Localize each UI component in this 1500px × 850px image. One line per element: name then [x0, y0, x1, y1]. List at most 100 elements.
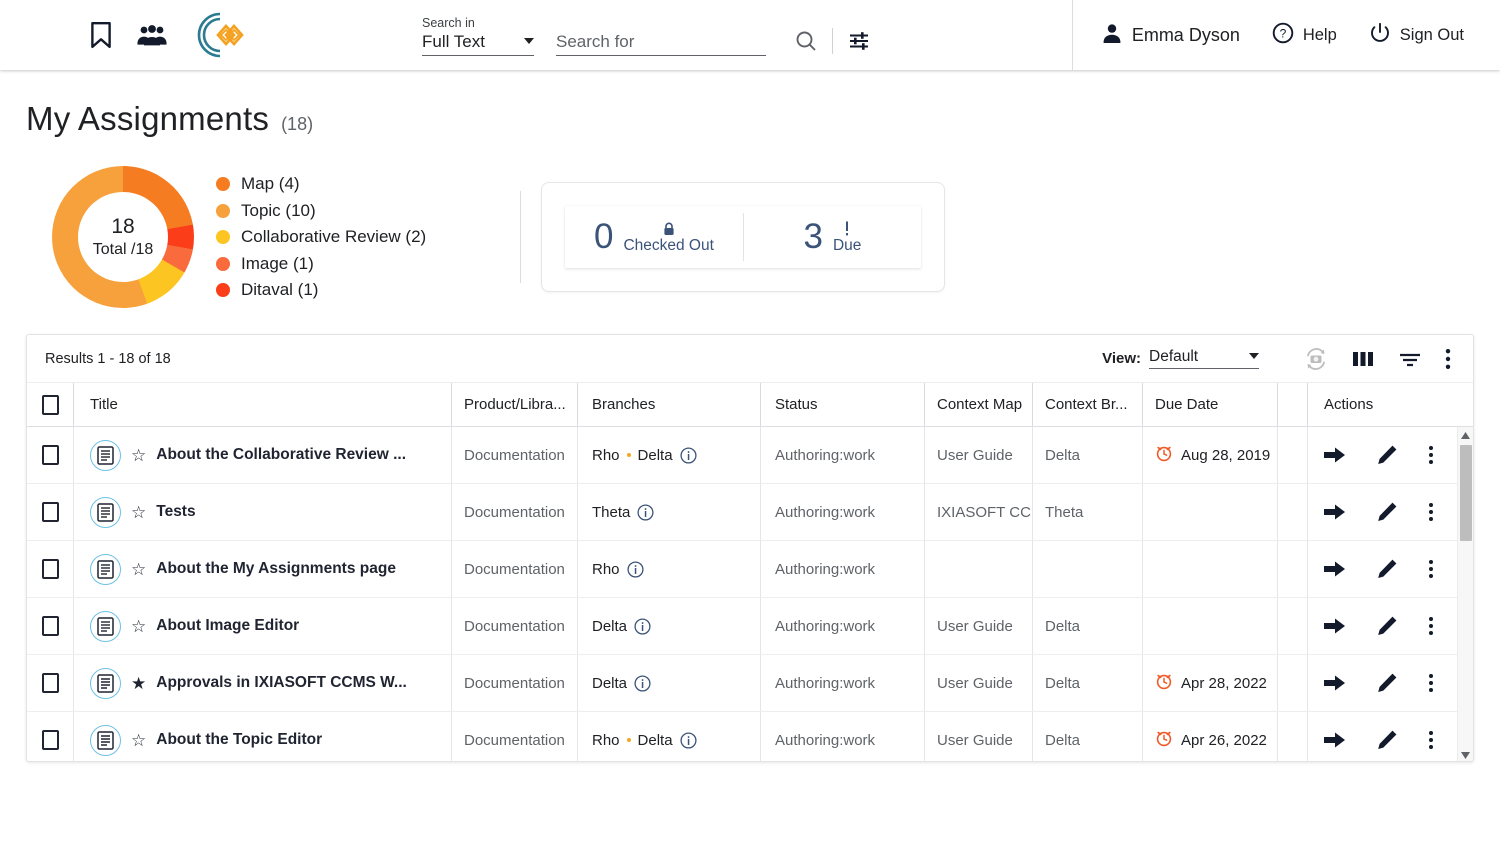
column-header-branches[interactable]: Branches: [577, 383, 760, 426]
document-icon[interactable]: [90, 553, 121, 585]
table-row[interactable]: ☆ About the My Assignments page Documentat…: [27, 541, 1473, 598]
more-vertical-icon[interactable]: [1428, 616, 1434, 636]
filter-icon[interactable]: [1397, 349, 1423, 369]
arrow-right-icon[interactable]: [1324, 674, 1346, 692]
branch-name: Theta: [592, 503, 631, 521]
row-title-label[interactable]: About the Collaborative Review ...: [156, 446, 406, 464]
row-title-label[interactable]: About the My Assignments page: [156, 560, 396, 578]
pencil-icon[interactable]: [1376, 444, 1398, 466]
document-icon[interactable]: [90, 439, 121, 471]
table-vertical-scrollbar[interactable]: [1457, 427, 1473, 761]
info-circle-icon[interactable]: [634, 617, 651, 635]
alarm-clock-icon: [1155, 444, 1173, 466]
arrow-right-icon[interactable]: [1324, 503, 1346, 521]
document-icon[interactable]: [90, 610, 121, 642]
row-checkbox[interactable]: [41, 673, 59, 693]
arrow-right-icon[interactable]: [1324, 731, 1346, 749]
select-all-checkbox[interactable]: [41, 394, 59, 415]
scroll-down-arrow-icon[interactable]: [1458, 747, 1473, 761]
more-vertical-icon[interactable]: [1428, 730, 1434, 750]
row-checkbox[interactable]: [41, 502, 59, 522]
bookmark-icon[interactable]: [88, 21, 114, 49]
document-icon[interactable]: [90, 724, 121, 756]
column-header-context-branch[interactable]: Context Br...: [1032, 383, 1142, 426]
info-circle-icon[interactable]: [680, 446, 697, 464]
row-product-cell: Documentation: [451, 598, 577, 654]
more-vertical-icon[interactable]: [1428, 502, 1434, 522]
row-title-label[interactable]: About the Topic Editor: [156, 731, 322, 749]
column-header-product[interactable]: Product/Libra...: [451, 383, 577, 426]
legend-item[interactable]: Collaborative Review (2): [216, 224, 426, 251]
arrow-right-icon[interactable]: [1324, 446, 1346, 464]
legend-item[interactable]: Topic (10): [216, 197, 426, 224]
column-header-title[interactable]: Title: [73, 383, 451, 426]
table-row[interactable]: ★ Approvals in IXIASOFT CCMS W... Document…: [27, 655, 1473, 712]
hamburger-menu-icon[interactable]: [38, 29, 66, 42]
more-vertical-icon[interactable]: [1428, 445, 1434, 465]
table-row[interactable]: ☆ About Image Editor Documentation Delta Aut…: [27, 598, 1473, 655]
row-context-branch-label: Delta: [1045, 446, 1081, 464]
columns-icon[interactable]: [1351, 349, 1375, 369]
pencil-icon[interactable]: [1376, 729, 1398, 751]
table-row[interactable]: ☆ About the Topic Editor Documentation Rho D…: [27, 712, 1473, 761]
scrollbar-thumb[interactable]: [1460, 445, 1472, 541]
arrow-right-icon[interactable]: [1324, 560, 1346, 578]
info-circle-icon[interactable]: [634, 674, 651, 692]
refresh-camera-icon[interactable]: [1303, 346, 1329, 372]
star-icon[interactable]: ☆: [131, 504, 146, 521]
info-circle-icon[interactable]: [637, 503, 654, 521]
info-circle-icon[interactable]: [680, 731, 697, 749]
stat-due[interactable]: 3 Due: [744, 206, 922, 268]
pencil-icon[interactable]: [1376, 558, 1398, 580]
row-due-date-cell: Apr 26, 2022: [1142, 712, 1277, 761]
row-title-label[interactable]: Approvals in IXIASOFT CCMS W...: [156, 674, 407, 692]
column-header-actions-label: Actions: [1324, 396, 1374, 413]
star-icon[interactable]: ☆: [131, 561, 146, 578]
stat-checked-out[interactable]: 0 Checked Out: [565, 206, 743, 268]
star-icon[interactable]: ★: [131, 675, 146, 692]
document-icon[interactable]: [90, 667, 121, 699]
row-title-label[interactable]: Tests: [156, 503, 195, 521]
search-in-select[interactable]: Full Text: [422, 32, 534, 56]
column-header-status[interactable]: Status: [760, 383, 924, 426]
row-checkbox[interactable]: [41, 559, 59, 579]
scroll-up-arrow-icon[interactable]: [1458, 427, 1473, 443]
arrow-right-icon[interactable]: [1324, 617, 1346, 635]
pencil-icon[interactable]: [1376, 501, 1398, 523]
people-icon[interactable]: [136, 23, 168, 47]
search-icon[interactable]: [794, 29, 818, 53]
more-vertical-icon[interactable]: [1428, 559, 1434, 579]
alarm-clock-icon: [1155, 672, 1173, 694]
row-checkbox[interactable]: [41, 616, 59, 636]
branch-name: Rho: [592, 446, 620, 464]
legend-item[interactable]: Map (4): [216, 171, 426, 198]
pencil-icon[interactable]: [1376, 615, 1398, 637]
column-header-due-date[interactable]: Due Date: [1142, 383, 1277, 426]
view-select[interactable]: Default: [1149, 348, 1259, 369]
star-icon[interactable]: ☆: [131, 732, 146, 749]
user-menu[interactable]: Emma Dyson: [1101, 22, 1240, 49]
row-checkbox[interactable]: [41, 445, 59, 465]
tune-sliders-icon[interactable]: [847, 29, 871, 53]
more-vertical-icon[interactable]: [1428, 673, 1434, 693]
ixiasoft-logo-icon[interactable]: [190, 8, 246, 62]
row-title-label[interactable]: About Image Editor: [156, 617, 299, 635]
star-icon[interactable]: ☆: [131, 447, 146, 464]
column-header-context-map[interactable]: Context Map: [924, 383, 1032, 426]
document-icon[interactable]: [90, 496, 121, 528]
info-circle-icon[interactable]: [626, 560, 644, 578]
table-row[interactable]: ☆ About the Collaborative Review ... Docum…: [27, 427, 1473, 484]
help-button[interactable]: ? Help: [1272, 22, 1337, 49]
row-checkbox[interactable]: [41, 730, 59, 750]
pencil-icon[interactable]: [1376, 672, 1398, 694]
search-input[interactable]: [556, 31, 766, 56]
table-row[interactable]: ☆ Tests Documentation Theta Authoring:work IX…: [27, 484, 1473, 541]
scrollbar-track[interactable]: [1458, 443, 1473, 747]
more-vertical-icon[interactable]: [1445, 348, 1451, 370]
legend-item[interactable]: Image (1): [216, 250, 426, 277]
legend-item[interactable]: Ditaval (1): [216, 277, 426, 304]
signout-button[interactable]: Sign Out: [1369, 22, 1464, 49]
row-status-cell: Authoring:work: [760, 712, 924, 761]
donut-center-label: 18 Total /18: [52, 166, 194, 308]
star-icon[interactable]: ☆: [131, 618, 146, 635]
